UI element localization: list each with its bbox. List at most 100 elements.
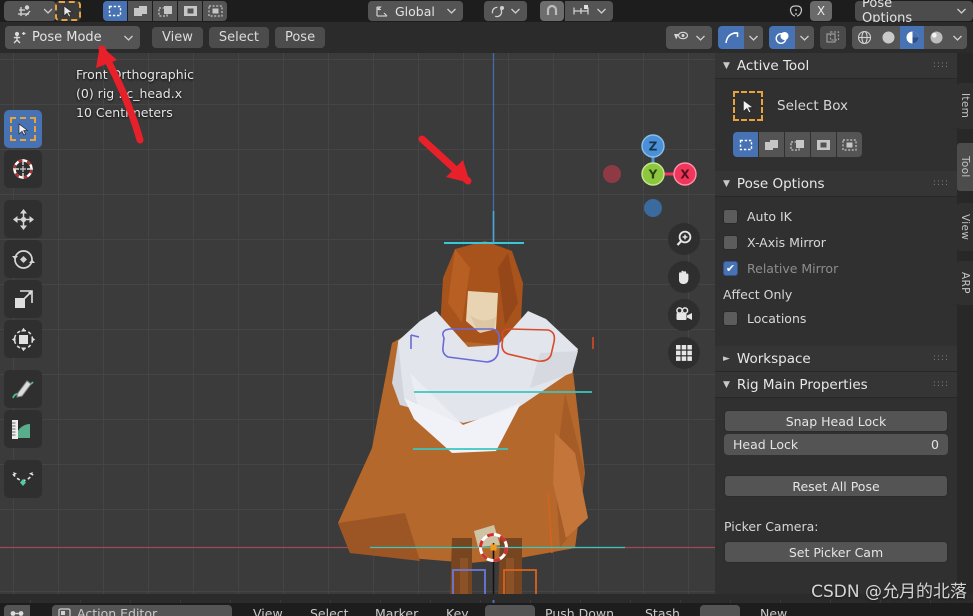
wireframe-shading-icon[interactable] — [852, 26, 876, 49]
auto-ik-checkbox[interactable] — [723, 209, 738, 224]
pose-mode-icon — [13, 31, 26, 43]
drag-grip-icon[interactable]: :::: — [933, 179, 949, 188]
blender-window: Global X Pose Options Pose Mode View Sel… — [0, 0, 973, 616]
extend-selection-icon[interactable] — [759, 132, 784, 157]
move-tool[interactable] — [4, 200, 42, 238]
dopesheet-menu-key[interactable]: Key — [446, 606, 469, 616]
x-axis-mirror-icon[interactable] — [784, 1, 808, 21]
select-invert-mode-icon[interactable] — [178, 1, 202, 21]
rotate-tool[interactable] — [4, 240, 42, 278]
scale-tool[interactable] — [4, 280, 42, 318]
solid-shading-icon[interactable] — [876, 26, 900, 49]
pose-options-section-header[interactable]: ▼ Pose Options :::: — [715, 171, 957, 197]
editor-type-dropdown-arrow[interactable] — [40, 1, 56, 21]
material-preview-shading-icon[interactable] — [900, 26, 924, 49]
workspace-section-header[interactable]: ► Workspace :::: — [715, 346, 957, 372]
dopesheet-menu-marker[interactable]: Marker — [375, 606, 418, 616]
3d-viewport[interactable]: Front Orthographic (0) rig : c_head.x 10… — [0, 53, 715, 594]
show-gizmo-icon[interactable] — [718, 26, 744, 49]
select-box-tool-icon[interactable] — [733, 91, 763, 121]
mirror-x-toggle[interactable]: X — [810, 1, 832, 21]
drag-grip-icon[interactable]: :::: — [933, 380, 949, 389]
drag-grip-icon[interactable]: :::: — [933, 354, 949, 363]
select-intersect-mode-icon[interactable] — [203, 1, 227, 21]
subtract-selection-icon[interactable] — [785, 132, 810, 157]
invert-selection-icon[interactable] — [811, 132, 836, 157]
dopesheet-menu-select[interactable]: Select — [310, 606, 349, 616]
pan-hand-icon[interactable] — [668, 261, 700, 293]
tab-view[interactable]: View — [957, 203, 973, 251]
transform-orientation-dropdown[interactable]: Global — [368, 1, 463, 21]
snap-head-lock-button[interactable]: Snap Head Lock — [724, 410, 948, 432]
menu-view[interactable]: View — [152, 27, 203, 48]
dopesheet-new-button[interactable]: New — [760, 606, 787, 616]
transform-orientation-value: Global — [395, 3, 435, 19]
auto-ik-label: Auto IK — [747, 209, 792, 224]
camera-view-icon[interactable] — [668, 299, 700, 331]
picker-camera-label: Picker Camera: — [724, 519, 819, 534]
dopesheet-mode-dropdown[interactable]: Action Editor — [52, 605, 232, 616]
drag-grip-icon[interactable]: :::: — [933, 61, 949, 70]
zoom-icon[interactable] — [668, 223, 700, 255]
chevron-right-icon: ► — [723, 353, 730, 364]
head-lock-field[interactable]: Head Lock 0 — [724, 434, 948, 455]
set-picker-cam-button[interactable]: Set Picker Cam — [724, 541, 948, 563]
tab-arp[interactable]: ARP — [957, 261, 973, 305]
object-visibility-dropdown[interactable] — [666, 26, 712, 49]
measure-tool[interactable] — [4, 410, 42, 448]
breakdowner-tool[interactable] — [4, 460, 42, 498]
x-axis-mirror-checkbox[interactable] — [723, 235, 738, 250]
toggle-ortho-grid-icon[interactable] — [668, 337, 700, 369]
dopesheet-editor-type-icon[interactable] — [4, 605, 30, 616]
select-subtract-mode-icon[interactable] — [153, 1, 177, 21]
proportional-edit-dropdown[interactable] — [565, 1, 613, 21]
dopesheet-header: Action Editor View Select Marker Key Pus… — [0, 603, 973, 616]
dopesheet-push-down-button[interactable]: Push Down — [545, 606, 614, 616]
mode-selector-label: Pose Mode — [32, 30, 102, 45]
navigation-gizmo[interactable]: Z Y X — [598, 119, 708, 229]
tab-item[interactable]: Item — [957, 83, 973, 129]
grid-scale-label: 10 Centimeters — [76, 105, 173, 120]
tweak-tool-icon[interactable] — [55, 1, 81, 21]
set-new-selection-icon[interactable] — [733, 132, 758, 157]
show-overlays-icon[interactable] — [769, 26, 795, 49]
toggle-xray-icon[interactable] — [820, 26, 846, 49]
menu-pose[interactable]: Pose — [274, 27, 326, 48]
tab-arp-label: ARP — [959, 272, 971, 294]
shading-dropdown-arrow[interactable] — [948, 26, 967, 49]
editor-type-icon[interactable] — [4, 1, 44, 21]
locations-row[interactable]: Locations — [723, 307, 947, 330]
rendered-shading-icon[interactable] — [924, 26, 948, 49]
auto-ik-row[interactable]: Auto IK — [723, 205, 947, 228]
dopesheet-menu-view[interactable]: View — [253, 606, 283, 616]
active-tool-section-header[interactable]: ▼ Active Tool :::: — [715, 53, 957, 79]
dopesheet-action-icon-group[interactable] — [700, 605, 740, 616]
dopesheet-filter-toggle[interactable] — [485, 605, 535, 616]
reset-all-pose-button[interactable]: Reset All Pose — [724, 475, 948, 497]
select-extend-mode-icon[interactable] — [128, 1, 152, 21]
show-overlays-dropdown-arrow[interactable] — [795, 26, 814, 49]
menu-select[interactable]: Select — [208, 27, 269, 48]
head-lock-value: 0 — [931, 437, 939, 452]
viewport-nav-buttons — [668, 223, 700, 369]
select-box-mode-icon[interactable] — [103, 1, 127, 21]
select-box-tool[interactable] — [4, 110, 42, 148]
pivot-point-dropdown[interactable] — [484, 1, 527, 21]
cursor-tool[interactable] — [4, 150, 42, 188]
dopesheet-stash-button[interactable]: Stash — [645, 606, 680, 616]
snap-magnet-icon[interactable] — [540, 1, 564, 21]
show-gizmo-dropdown-arrow[interactable] — [744, 26, 763, 49]
x-axis-mirror-row[interactable]: X-Axis Mirror — [723, 231, 947, 254]
pose-options-dropdown[interactable]: Pose Options — [855, 0, 973, 26]
intersect-selection-icon[interactable] — [837, 132, 862, 157]
active-tool-title: Active Tool — [736, 57, 810, 74]
annotate-tool[interactable] — [4, 370, 42, 408]
relative-mirror-row[interactable]: ✔ Relative Mirror — [723, 257, 947, 280]
transform-tool[interactable] — [4, 320, 42, 358]
relative-mirror-label: Relative Mirror — [747, 261, 839, 276]
mode-selector-dropdown[interactable]: Pose Mode — [5, 26, 140, 49]
relative-mirror-checkbox[interactable]: ✔ — [723, 261, 738, 276]
rig-main-properties-section-header[interactable]: ▼ Rig Main Properties :::: — [715, 372, 957, 398]
locations-checkbox[interactable] — [723, 311, 738, 326]
tab-tool[interactable]: Tool — [957, 143, 973, 191]
